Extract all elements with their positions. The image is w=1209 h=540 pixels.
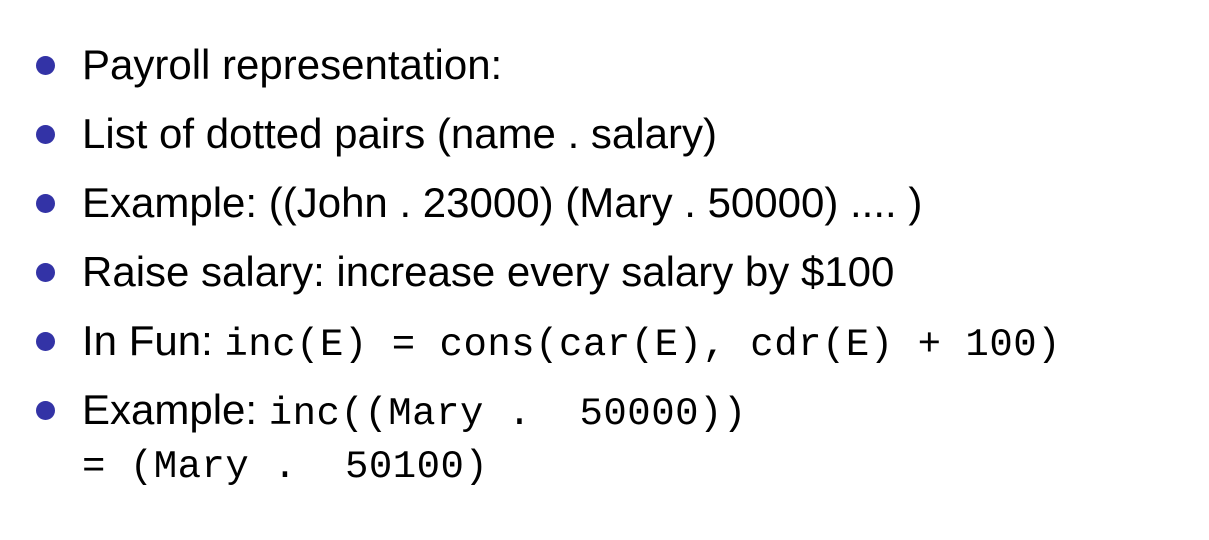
bullet-dot-icon [36, 332, 55, 351]
slide: Payroll representation: List of dotted p… [0, 0, 1209, 540]
bullet-label: Example: [82, 386, 269, 433]
bullet-text: Example: inc((Mary . 50000)) [82, 389, 747, 434]
bullet-dot-icon [36, 125, 55, 144]
code-snippet: inc((Mary . 50000)) [268, 392, 747, 436]
bullet-dot-icon [36, 263, 55, 282]
bullet-text: List of dotted pairs (name . salary) [82, 110, 717, 157]
bullet-label: In Fun: [82, 317, 225, 364]
bullet-text: Example: ((John . 23000) (Mary . 50000) … [82, 179, 923, 226]
bullet-dot-icon [36, 194, 55, 213]
bullet-dot-icon [36, 401, 55, 420]
code-continuation: = (Mary . 50100) [82, 445, 489, 489]
bullet-text: Raise salary: increase every salary by $… [82, 248, 895, 295]
bullet-text: In Fun: inc(E) = cons(car(E), cdr(E) + 1… [82, 320, 1061, 365]
bullet-text: Payroll representation: [82, 41, 503, 88]
bullet-dot-icon [36, 56, 55, 75]
code-snippet: inc(E) = cons(car(E), cdr(E) + 100) [224, 323, 1062, 367]
